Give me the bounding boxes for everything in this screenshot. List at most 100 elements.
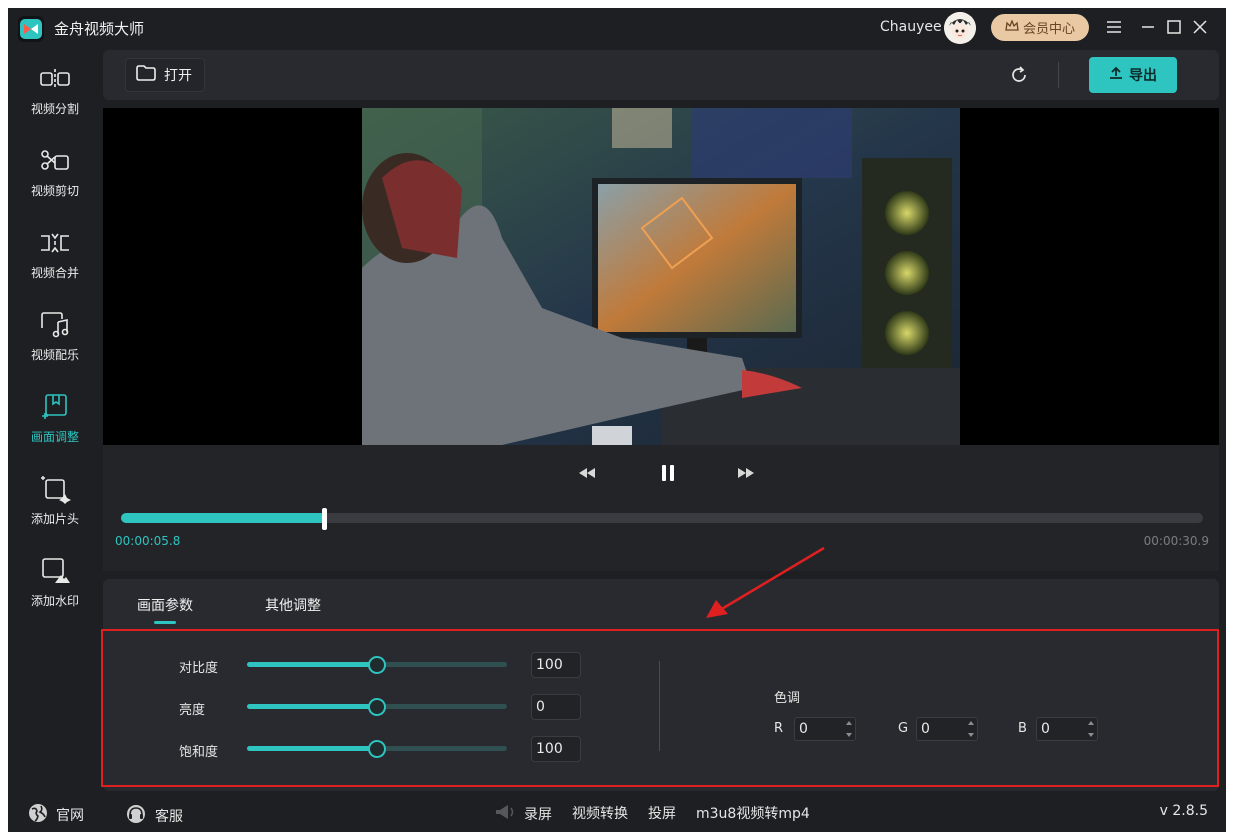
brightness-slider-knob[interactable] xyxy=(368,698,386,716)
progress-handle[interactable] xyxy=(322,508,328,530)
contrast-slider[interactable] xyxy=(247,656,507,674)
sidebar: 视频分割 视频剪切 视频合并 视频配乐 画面调整 添加片头 添加水印 xyxy=(8,48,102,793)
globe-icon xyxy=(28,803,48,827)
folder-icon xyxy=(136,65,156,85)
upload-icon xyxy=(1109,66,1123,84)
progress-bar[interactable] xyxy=(121,508,1203,530)
g-label: G xyxy=(898,721,909,736)
website-label: 官网 xyxy=(56,808,84,824)
close-icon[interactable] xyxy=(1189,16,1211,38)
r-spinner-icon[interactable] xyxy=(846,721,852,737)
brightness-value-input[interactable]: 0 xyxy=(531,694,581,720)
b-value-input[interactable]: 0 xyxy=(1036,717,1098,741)
g-value: 0 xyxy=(921,721,930,737)
sidebar-item-intro[interactable]: 添加片头 xyxy=(8,472,102,542)
b-label: B xyxy=(1018,721,1027,736)
sidebar-item-label: 画面调整 xyxy=(30,430,79,444)
toolbar-divider xyxy=(1058,62,1059,88)
contrast-slider-fill xyxy=(247,662,377,667)
contrast-label: 对比度 xyxy=(179,661,219,676)
adjust-icon xyxy=(38,390,72,424)
video-convert-link[interactable]: 视频转换 xyxy=(572,803,628,823)
fast-forward-icon[interactable] xyxy=(732,461,760,485)
crown-icon xyxy=(1005,18,1019,36)
total-time: 00:00:30.9 xyxy=(1143,534,1209,548)
record-label: 录屏 xyxy=(524,807,552,823)
playback-area: 00:00:05.8 00:00:30.9 xyxy=(103,445,1219,571)
toolbar: 打开 导出 xyxy=(103,50,1219,100)
b-spinner-icon[interactable] xyxy=(1088,721,1094,737)
customer-service-link[interactable]: 客服 xyxy=(125,803,183,829)
saturation-slider[interactable] xyxy=(247,740,507,758)
app-window: 金舟视频大师 Chauyee 会员中心 视频分割 视频剪切 视频合并 视频配乐 … xyxy=(8,8,1226,832)
screen-record-link[interactable]: 录屏 xyxy=(494,803,552,825)
brightness-label: 亮度 xyxy=(179,703,206,718)
sidebar-item-label: 视频剪切 xyxy=(30,184,79,198)
sidebar-item-split[interactable]: 视频分割 xyxy=(8,62,102,132)
saturation-value-input[interactable]: 100 xyxy=(531,736,581,762)
version-label: v 2.8.5 xyxy=(1159,803,1208,819)
sidebar-item-label: 添加片头 xyxy=(30,512,79,526)
watermark-icon xyxy=(38,554,72,588)
music-icon xyxy=(38,308,72,342)
member-center-label: 会员中心 xyxy=(1022,22,1075,37)
r-value: 0 xyxy=(799,721,808,737)
video-frame-image xyxy=(362,108,960,445)
params-highlight-box: 对比度 100 亮度 0 饱和度 100 色调 R 0 G 0 B 0 xyxy=(101,629,1219,787)
rewind-icon[interactable] xyxy=(573,461,601,485)
video-frame xyxy=(362,108,960,445)
refresh-icon[interactable] xyxy=(1007,63,1031,87)
r-label: R xyxy=(774,721,784,736)
adjust-panel: 画面参数 其他调整 对比度 100 亮度 0 饱和度 100 色调 R 0 G … xyxy=(101,579,1219,791)
sidebar-item-adjust[interactable]: 画面调整 xyxy=(8,390,102,460)
b-value: 0 xyxy=(1041,721,1050,737)
m3u8-convert-link[interactable]: m3u8视频转mp4 xyxy=(696,803,810,823)
contrast-value-input[interactable]: 100 xyxy=(531,652,581,678)
headset-icon xyxy=(125,803,147,829)
r-value-input[interactable]: 0 xyxy=(794,717,856,741)
sidebar-item-label: 视频分割 xyxy=(30,102,79,116)
username[interactable]: Chauyee xyxy=(880,19,942,35)
sidebar-item-music[interactable]: 视频配乐 xyxy=(8,308,102,378)
menu-icon[interactable] xyxy=(1103,16,1125,38)
tab-image-params[interactable]: 画面参数 xyxy=(137,595,193,615)
brightness-slider[interactable] xyxy=(247,698,507,716)
g-spinner-icon[interactable] xyxy=(968,721,974,737)
scissors-icon xyxy=(38,144,72,178)
hue-title: 色调 xyxy=(774,691,801,706)
app-logo-icon xyxy=(18,16,44,42)
sidebar-item-cut[interactable]: 视频剪切 xyxy=(8,144,102,214)
maximize-icon[interactable] xyxy=(1163,16,1185,38)
app-title: 金舟视频大师 xyxy=(54,20,145,38)
intro-icon xyxy=(38,472,72,506)
sidebar-item-watermark[interactable]: 添加水印 xyxy=(8,554,102,624)
brightness-slider-fill xyxy=(247,704,377,709)
merge-icon xyxy=(38,226,72,260)
bottom-bar: 官网 客服 录屏 视频转换 投屏 m3u8视频转mp4 v 2.8.5 xyxy=(8,793,1226,832)
service-label: 客服 xyxy=(155,809,183,825)
saturation-slider-fill xyxy=(247,746,377,751)
megaphone-icon xyxy=(494,803,516,825)
g-value-input[interactable]: 0 xyxy=(916,717,978,741)
export-button[interactable]: 导出 xyxy=(1089,57,1177,93)
open-button[interactable]: 打开 xyxy=(125,58,205,92)
split-icon xyxy=(38,62,72,96)
member-center-button[interactable]: 会员中心 xyxy=(991,14,1089,41)
tab-other-adjust[interactable]: 其他调整 xyxy=(265,595,321,615)
open-label: 打开 xyxy=(164,68,192,84)
saturation-slider-knob[interactable] xyxy=(368,740,386,758)
screen-cast-link[interactable]: 投屏 xyxy=(648,803,676,823)
pause-icon[interactable] xyxy=(655,461,681,485)
sidebar-item-label: 添加水印 xyxy=(30,594,79,608)
progress-fill xyxy=(121,513,325,523)
website-link[interactable]: 官网 xyxy=(28,803,84,827)
contrast-slider-knob[interactable] xyxy=(368,656,386,674)
minimize-icon[interactable] xyxy=(1137,16,1159,38)
current-time: 00:00:05.8 xyxy=(115,534,181,548)
sidebar-item-label: 视频合并 xyxy=(30,266,79,280)
export-label: 导出 xyxy=(1129,68,1157,84)
annotation-arrow-icon xyxy=(706,546,825,618)
saturation-label: 饱和度 xyxy=(179,745,219,760)
avatar[interactable] xyxy=(944,12,976,44)
sidebar-item-merge[interactable]: 视频合并 xyxy=(8,226,102,296)
